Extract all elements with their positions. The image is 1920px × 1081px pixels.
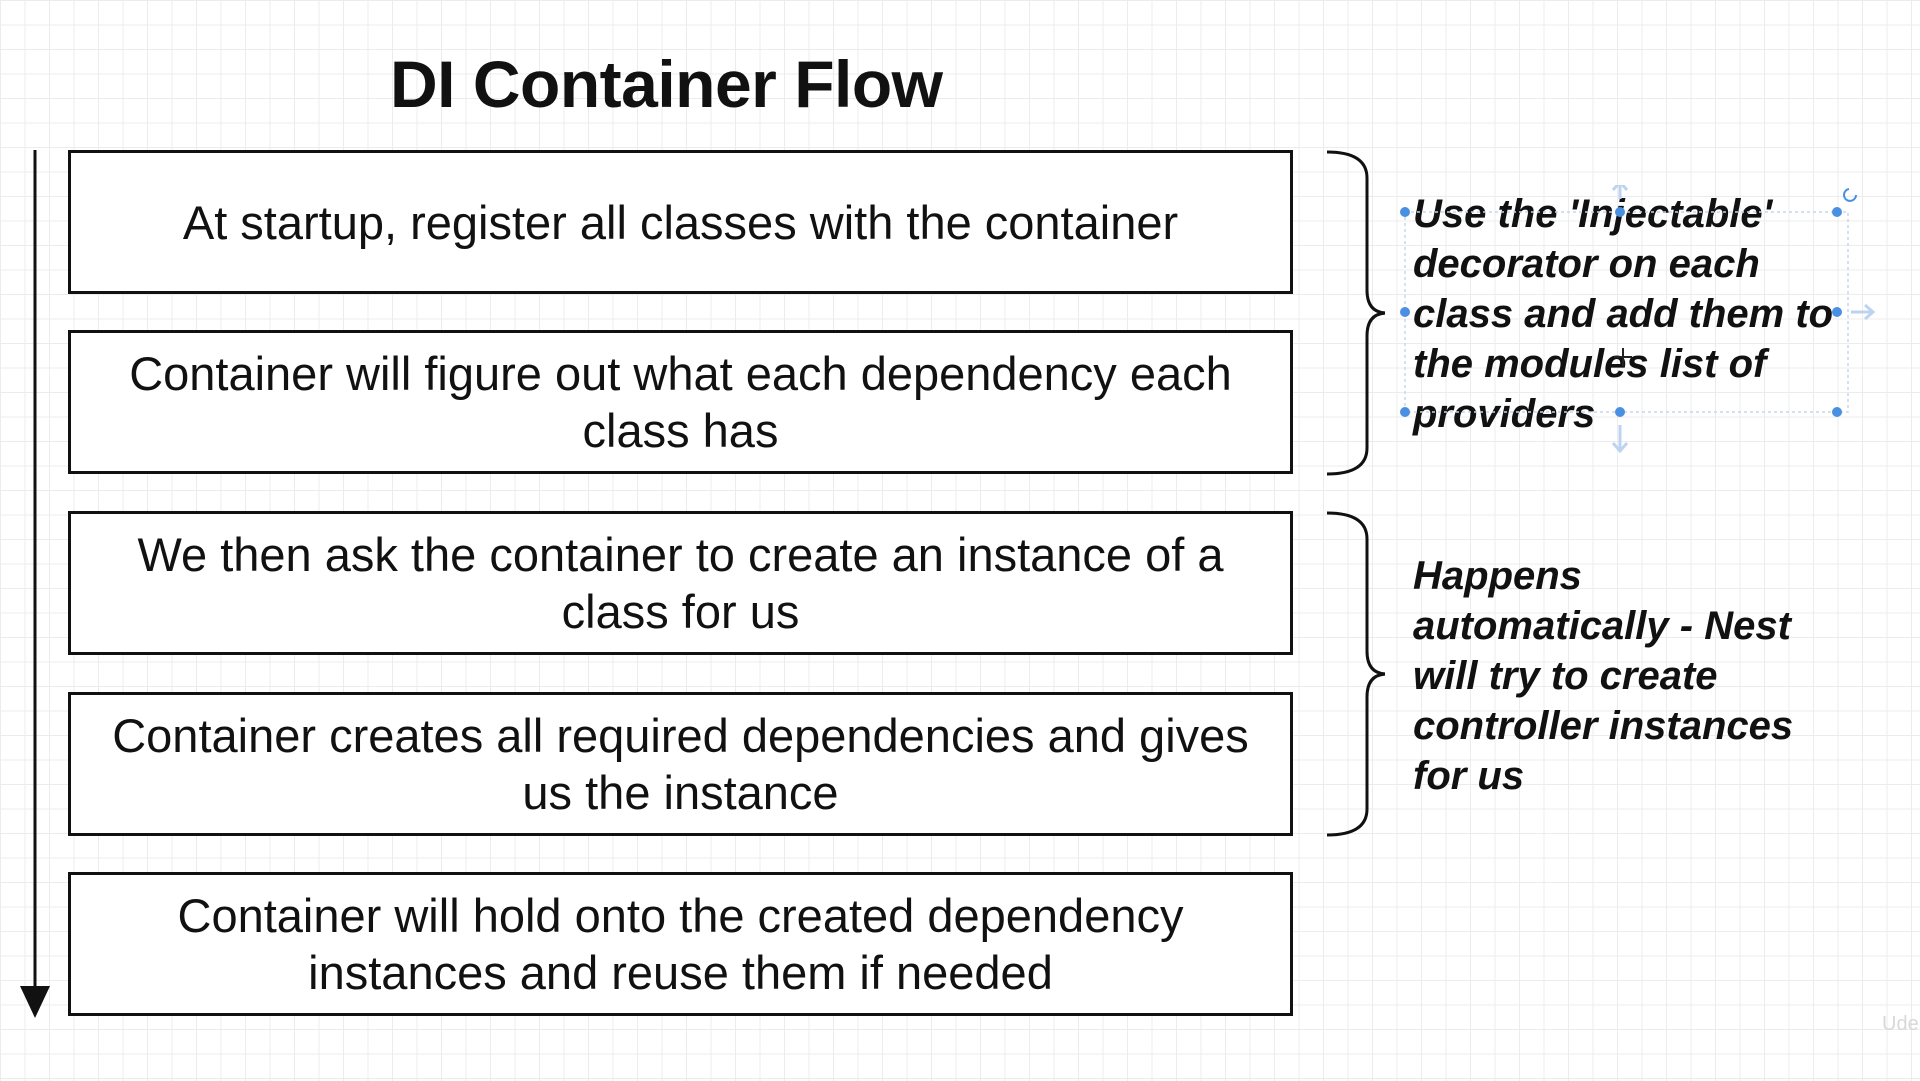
diagram-title: DI Container Flow	[390, 47, 943, 121]
step-text-request-instance: We then ask the container to create an i…	[137, 528, 1224, 638]
step-box-register: At startup, register all classes with th…	[68, 150, 1293, 294]
step-text-figure-out: Container will figure out what each depe…	[129, 347, 1232, 457]
step-text-register: At startup, register all classes with th…	[182, 195, 1179, 249]
step-text-reuse: Container will hold onto the created dep…	[177, 889, 1184, 999]
note-automatic: Happens automatically - Nest will try to…	[1413, 554, 1794, 798]
flow-arrow	[20, 150, 50, 1018]
brace-automatic	[1326, 511, 1385, 837]
text-selection-overlay[interactable]	[1395, 185, 1875, 460]
brace-registration	[1326, 150, 1385, 476]
step-box-request-instance: We then ask the container to create an i…	[68, 511, 1293, 655]
step-box-figure-out: Container will figure out what each depe…	[68, 330, 1293, 474]
step-box-reuse: Container will hold onto the created dep…	[68, 872, 1293, 1016]
watermark-text: Ude	[1882, 1013, 1919, 1035]
step-text-create-dependencies: Container creates all required dependenc…	[112, 709, 1249, 819]
step-box-create-dependencies: Container creates all required dependenc…	[68, 692, 1293, 836]
